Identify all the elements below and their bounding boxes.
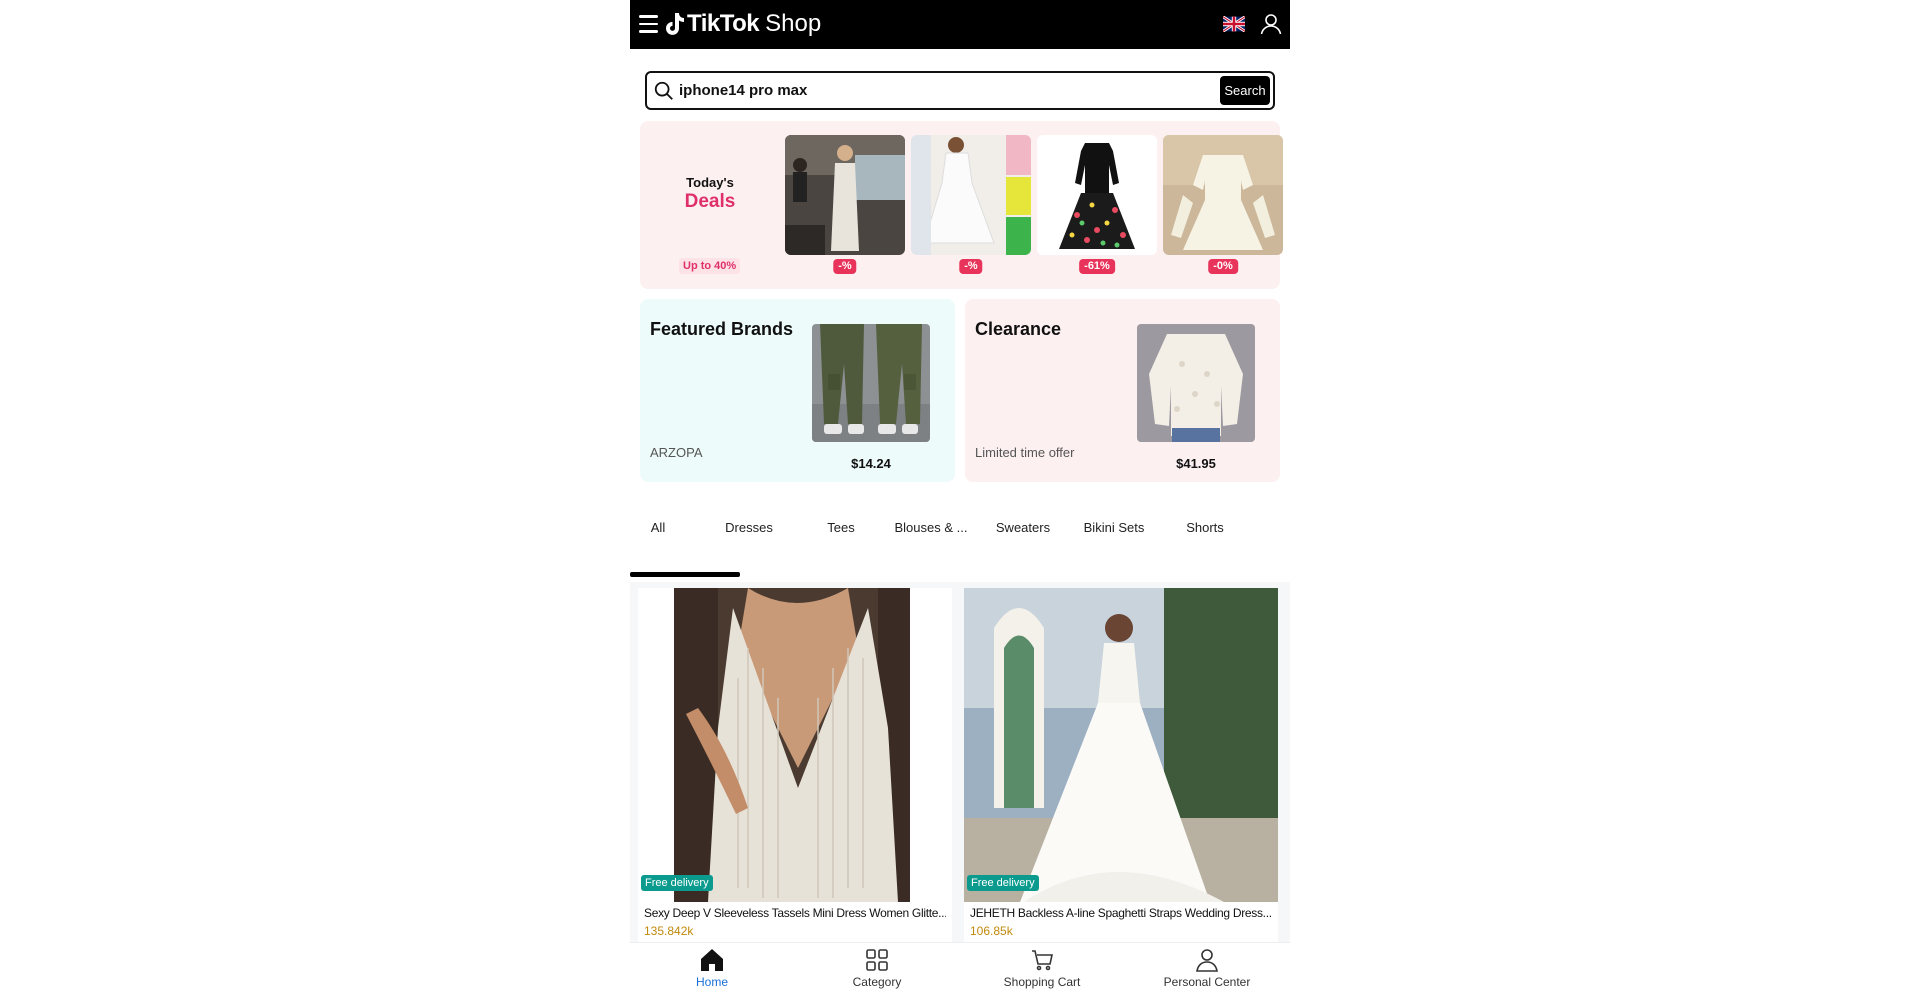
deal-item[interactable]: -61% xyxy=(1037,135,1157,280)
featured-brand-product-image xyxy=(812,324,930,442)
clearance-product-image xyxy=(1137,324,1255,442)
deal-item[interactable]: -0% xyxy=(1163,135,1283,280)
product-title: Sexy Deep V Sleeveless Tassels Mini Dres… xyxy=(644,906,946,920)
deal-discount-badge: -% xyxy=(959,259,983,274)
deal-item[interactable]: -% xyxy=(785,135,905,280)
category-grid-icon xyxy=(866,949,888,971)
product-sold-count: 106.85k xyxy=(970,924,1013,938)
featured-brands-title: Featured Brands xyxy=(650,319,794,339)
menu-icon[interactable] xyxy=(636,11,662,37)
product-sold-count: 135.842k xyxy=(644,924,694,938)
product-image xyxy=(964,588,1278,902)
tab-shorts[interactable]: Shorts xyxy=(1160,520,1250,535)
clearance-price: $41.95 xyxy=(1176,456,1216,471)
logo-shop-text: Shop xyxy=(765,10,822,37)
uk-flag-icon[interactable] xyxy=(1223,16,1245,32)
deal-product-image xyxy=(785,135,905,255)
tab-blouses[interactable]: Blouses & ... xyxy=(886,520,976,535)
deal-product-image xyxy=(911,135,1031,255)
nav-category-label: Category xyxy=(852,975,902,989)
nav-personal-center-label: Personal Center xyxy=(1163,975,1251,989)
search-input[interactable] xyxy=(679,77,1209,104)
product-card[interactable]: Free delivery Sexy Deep V Sleeveless Tas… xyxy=(638,588,952,942)
search-button[interactable]: Search xyxy=(1220,76,1270,105)
product-card[interactable]: Free delivery JEHETH Backless A-line Spa… xyxy=(964,588,1278,942)
featured-brand-price: $14.24 xyxy=(851,456,891,471)
nav-shopping-cart[interactable]: Shopping Cart xyxy=(982,947,1102,993)
app-frame: TikTok Shop Search Today's Deals Up to 4… xyxy=(630,0,1290,993)
deal-product-image xyxy=(1037,135,1157,255)
nav-category[interactable]: Category xyxy=(817,947,937,993)
tab-sweaters[interactable]: Sweaters xyxy=(978,520,1068,535)
deal-product-image xyxy=(1163,135,1283,255)
deal-discount-badge: -61% xyxy=(1079,259,1115,274)
deal-discount-badge: -% xyxy=(833,259,857,274)
tiktok-shop-logo[interactable]: TikTok Shop xyxy=(665,9,821,39)
logo-brand-text: TikTok xyxy=(687,10,760,37)
tiktok-note-icon xyxy=(666,13,684,35)
tab-bikini-sets[interactable]: Bikini Sets xyxy=(1069,520,1159,535)
deal-item[interactable]: -% xyxy=(911,135,1031,280)
category-tabs: All Dresses Tees Blouses & ... Sweaters … xyxy=(630,512,1290,546)
search-bar: Search xyxy=(645,71,1275,110)
search-icon xyxy=(654,81,673,100)
cart-icon xyxy=(1032,950,1053,971)
free-delivery-badge: Free delivery xyxy=(967,875,1039,891)
nav-personal-center[interactable]: Personal Center xyxy=(1147,947,1267,993)
free-delivery-badge: Free delivery xyxy=(641,875,713,891)
todays-deals-panel[interactable]: Today's Deals Up to 40% -% -% -61% -0% xyxy=(640,121,1283,289)
featured-brands-card[interactable]: Featured Brands ARZOPA $14.24 xyxy=(640,299,955,482)
top-bar: TikTok Shop xyxy=(630,0,1290,49)
person-icon xyxy=(1196,949,1218,972)
clearance-title: Clearance xyxy=(975,319,1062,339)
home-icon xyxy=(701,949,723,971)
deals-heading: Today's Deals xyxy=(640,175,780,213)
clearance-card[interactable]: Clearance Limited time offer $41.95 xyxy=(965,299,1280,482)
product-title: JEHETH Backless A-line Spaghetti Straps … xyxy=(970,906,1272,920)
deals-up-to-badge: Up to 40% xyxy=(679,258,741,274)
bottom-nav: Home Category Shopping Cart Personal Cen… xyxy=(630,942,1290,993)
deals-today-label: Today's xyxy=(686,175,734,190)
deals-word-label: Deals xyxy=(684,191,736,212)
nav-shopping-cart-label: Shopping Cart xyxy=(1003,975,1081,989)
active-tab-indicator xyxy=(630,572,740,577)
tab-all[interactable]: All xyxy=(630,520,703,535)
tab-dresses[interactable]: Dresses xyxy=(704,520,794,535)
featured-brands-subtitle: ARZOPA xyxy=(650,445,703,460)
deal-discount-badge: -0% xyxy=(1208,259,1238,274)
user-icon[interactable] xyxy=(1259,12,1283,36)
nav-home-label: Home xyxy=(695,975,728,989)
tab-tees[interactable]: Tees xyxy=(796,520,886,535)
nav-home[interactable]: Home xyxy=(652,947,772,993)
clearance-subtitle: Limited time offer xyxy=(975,445,1075,460)
product-image xyxy=(638,588,952,902)
